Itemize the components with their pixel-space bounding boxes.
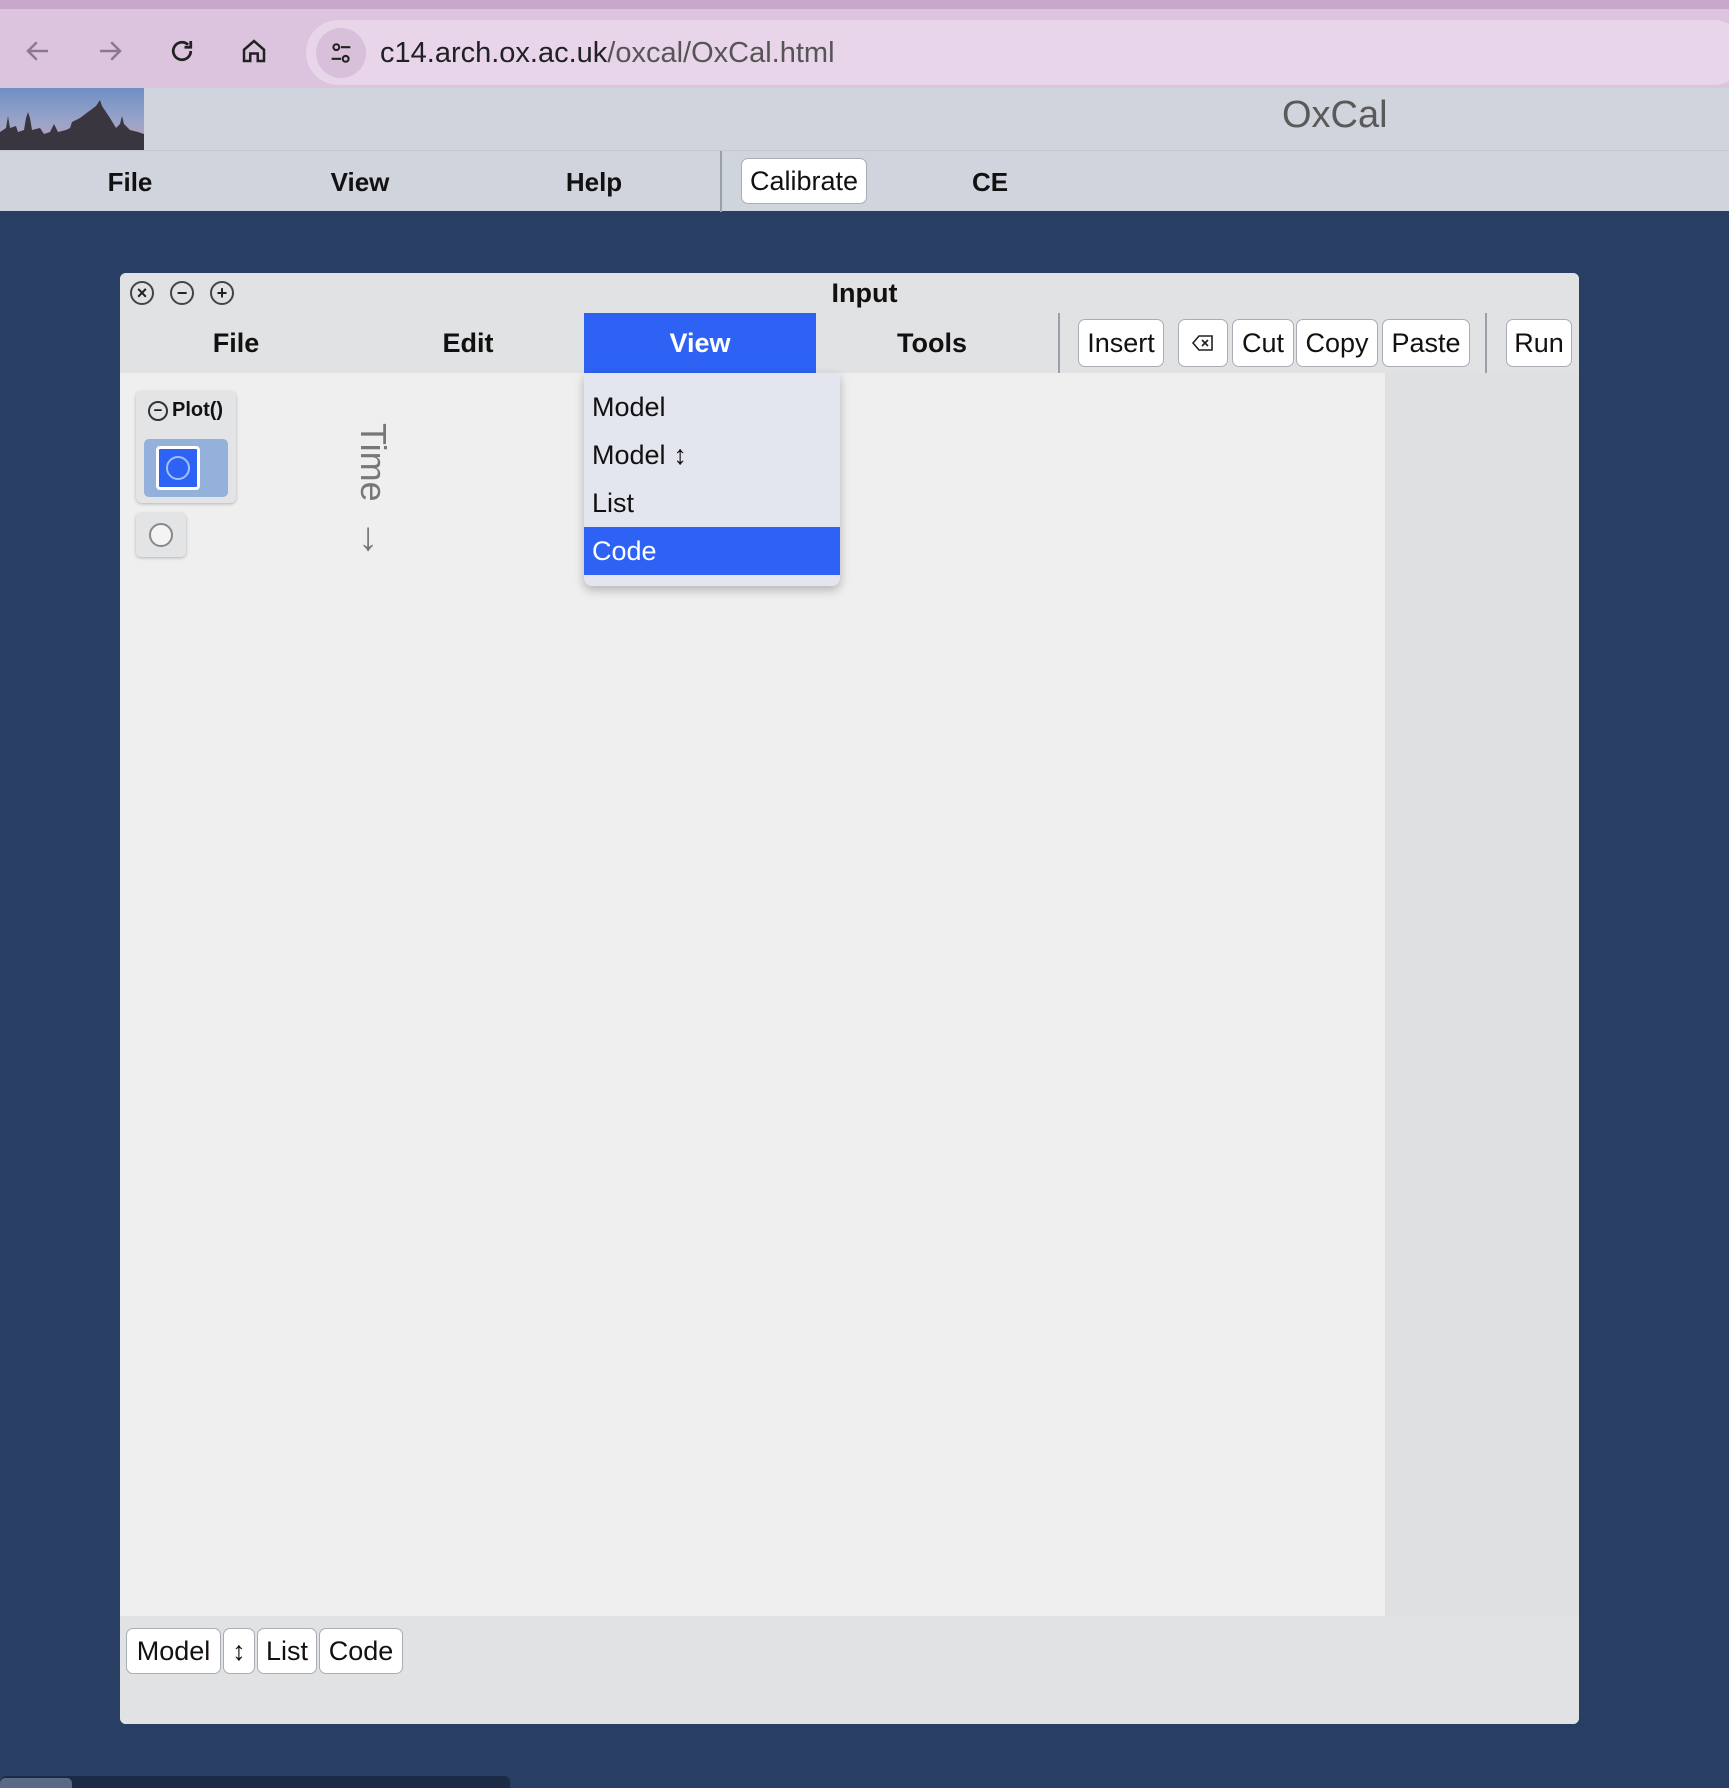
circle-icon — [149, 523, 173, 547]
calibrate-button[interactable]: Calibrate — [741, 158, 867, 204]
url-host: c14.arch.ox.ac.uk — [380, 37, 608, 69]
cut-button[interactable]: Cut — [1232, 319, 1294, 367]
home-icon[interactable] — [234, 31, 274, 71]
view-dropdown-menu: Model Model ↕ List Code — [584, 373, 840, 586]
selected-child-slot[interactable] — [144, 439, 228, 497]
window-menubar: File Edit View Tools Insert Cut Copy Pas… — [120, 313, 1579, 373]
reload-icon[interactable] — [162, 31, 202, 71]
dropdown-item-label: List — [592, 487, 635, 518]
arrow-right-icon[interactable] — [90, 31, 130, 71]
window-title: Input — [831, 278, 898, 308]
menu-file[interactable]: File — [70, 167, 190, 198]
address-bar[interactable]: c14.arch.ox.ac.uk/oxcal/OxCal.html — [306, 20, 1729, 85]
arrow-left-icon[interactable] — [18, 31, 58, 71]
dropdown-item-model-vertical[interactable]: Model ↕ — [584, 431, 840, 479]
toolbar-separator — [1058, 313, 1060, 373]
dropdown-item-label: Model — [592, 391, 666, 422]
side-panel — [1385, 373, 1579, 1616]
horizontal-scrollbar[interactable] — [0, 1776, 510, 1788]
menu-help[interactable]: Help — [534, 167, 654, 198]
browser-toolbar: c14.arch.ox.ac.uk/oxcal/OxCal.html — [0, 0, 1729, 88]
arrow-down-icon: ↓ — [358, 515, 378, 559]
dropdown-item-model[interactable]: Model — [584, 383, 840, 431]
window-title-bar: × − + Input — [120, 273, 1579, 313]
input-window: × − + Input File Edit View Tools Insert … — [120, 273, 1579, 1724]
window-menu-edit[interactable]: Edit — [352, 313, 584, 373]
toolbar-separator-2 — [1485, 313, 1487, 373]
view-code-button[interactable]: Code — [319, 1628, 403, 1674]
vertical-arrow-icon: ↕ — [673, 439, 688, 470]
plot-node-header: − Plot() — [148, 399, 223, 422]
copy-button[interactable]: Copy — [1296, 319, 1378, 367]
menu-view[interactable]: View — [300, 167, 420, 198]
dropdown-item-list[interactable]: List — [584, 479, 840, 527]
window-menu-tools[interactable]: Tools — [816, 313, 1048, 373]
tune-icon[interactable] — [316, 28, 366, 78]
app-header: OxCal — [0, 88, 1729, 150]
dropdown-item-label: Model — [592, 439, 666, 470]
window-menu-view[interactable]: View — [584, 313, 816, 373]
app-title: OxCal — [1282, 94, 1388, 136]
time-axis: Time ↓ — [352, 423, 394, 573]
vertical-arrow-icon[interactable]: ↕ — [223, 1628, 255, 1674]
plot-node[interactable]: − Plot() — [136, 391, 236, 503]
insert-button[interactable]: Insert — [1078, 319, 1164, 367]
time-axis-label: Time — [353, 423, 394, 502]
plot-label: Plot() — [172, 399, 224, 421]
view-list-button[interactable]: List — [257, 1628, 317, 1674]
selected-circle-icon[interactable] — [156, 446, 200, 490]
scrollbar-thumb[interactable] — [0, 1778, 72, 1788]
window-menu-file[interactable]: File — [120, 313, 352, 373]
backspace-icon[interactable] — [1178, 319, 1228, 367]
bottom-view-bar: Model ↕ List Code — [120, 1616, 1579, 1724]
empty-node[interactable] — [136, 513, 186, 557]
oxford-skyline-logo — [0, 88, 144, 150]
collapse-icon[interactable]: − — [148, 400, 168, 421]
url-text: c14.arch.ox.ac.uk/oxcal/OxCal.html — [380, 37, 835, 70]
run-button[interactable]: Run — [1506, 319, 1572, 367]
dropdown-item-code[interactable]: Code — [584, 527, 840, 575]
dropdown-item-label: Code — [592, 535, 657, 566]
view-model-button[interactable]: Model — [126, 1628, 221, 1674]
app-menubar: File View Help Calibrate CE — [0, 150, 1729, 212]
menu-separator — [720, 151, 722, 212]
url-path: /oxcal/OxCal.html — [607, 37, 835, 69]
paste-button[interactable]: Paste — [1382, 319, 1470, 367]
ce-toggle[interactable]: CE — [930, 167, 1050, 198]
